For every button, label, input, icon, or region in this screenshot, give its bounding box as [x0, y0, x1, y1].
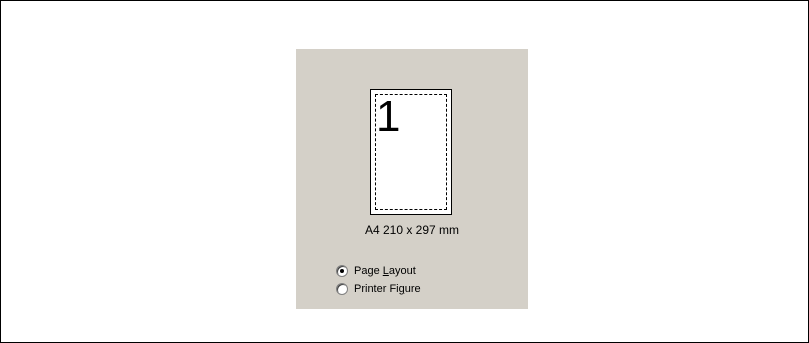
- page-number: 1: [376, 92, 401, 141]
- printer-figure-radio[interactable]: [336, 283, 348, 295]
- page-preview-panel: 1 A4 210 x 297 mm Page Layout Printer Fi…: [296, 49, 528, 309]
- printer-figure-option[interactable]: Printer Figure: [336, 281, 421, 297]
- page-layout-radio[interactable]: [336, 265, 348, 277]
- printer-figure-label: Printer Figure: [354, 283, 421, 295]
- page-preview: 1: [370, 89, 452, 215]
- paper-size-label: A4 210 x 297 mm: [364, 223, 460, 237]
- page-layout-option[interactable]: Page Layout: [336, 263, 416, 279]
- window-frame: 1 A4 210 x 297 mm Page Layout Printer Fi…: [0, 0, 809, 343]
- radio-selected-dot: [340, 269, 344, 273]
- page-layout-label: Page Layout: [354, 265, 416, 277]
